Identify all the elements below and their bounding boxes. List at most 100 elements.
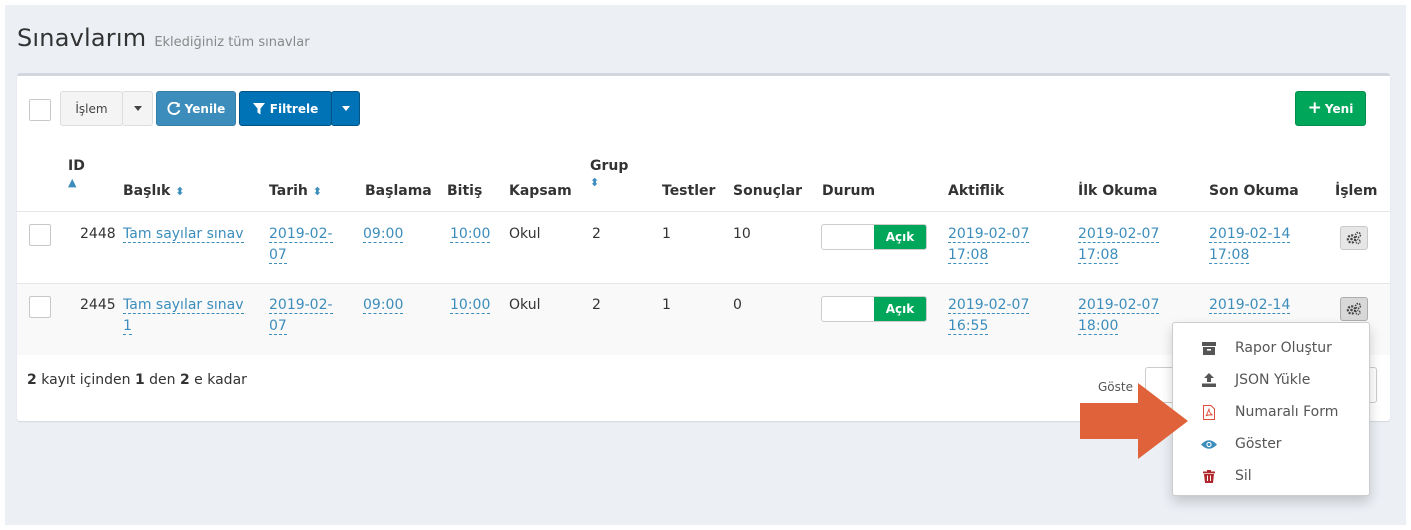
column-first-read[interactable]: İlk Okuma (1078, 183, 1157, 199)
row-id: 2448 (80, 226, 116, 242)
column-scope[interactable]: Kapsam (509, 183, 572, 199)
row-date-link[interactable]: 2019-02- (269, 297, 333, 314)
row-end[interactable]: 10:00 (450, 224, 491, 245)
row-checkbox[interactable] (29, 296, 51, 318)
pagination-info: 2 kayıt içinden 1 den 2 e kadar (27, 372, 247, 388)
row-activity-link[interactable]: 2019-02-07 (948, 297, 1030, 314)
column-activity[interactable]: Aktiflik (948, 183, 1004, 199)
column-action[interactable]: İşlem (1335, 183, 1377, 199)
row-start-link[interactable]: 09:00 (363, 297, 404, 314)
range-to: 2 (179, 372, 190, 388)
row-first-read[interactable]: 2019-02-07 17:08 (1078, 224, 1160, 266)
select-all-checkbox[interactable] (29, 99, 51, 121)
row-scope: Okul (509, 226, 541, 242)
row-date-link-cont[interactable]: 07 (269, 247, 287, 264)
row-title-link[interactable]: Tam sayılar sınav (123, 297, 244, 314)
row-start-link[interactable]: 09:00 (363, 226, 404, 243)
status-toggle[interactable]: Açık (821, 224, 927, 250)
column-date[interactable]: Tarih ⬍ (269, 183, 322, 199)
row-date-link-cont[interactable]: 07 (269, 318, 287, 335)
column-group[interactable]: Grup ⬍ (590, 158, 628, 189)
column-date-label: Tarih (269, 183, 308, 199)
row-checkbox[interactable] (29, 224, 51, 246)
column-title[interactable]: Başlık ⬍ (123, 183, 184, 199)
bulk-action-label: İşlem (75, 101, 108, 116)
row-activity[interactable]: 2019-02-07 17:08 (948, 224, 1030, 266)
row-end-link[interactable]: 10:00 (450, 226, 491, 243)
column-last-read[interactable]: Son Okuma (1209, 183, 1299, 199)
row-activity-link[interactable]: 2019-02-07 (948, 226, 1030, 243)
refresh-label: Yenile (184, 101, 226, 116)
menu-item-label: Göster (1235, 436, 1282, 452)
row-first-read-link-cont[interactable]: 18:00 (1078, 318, 1119, 335)
row-last-read-link[interactable]: 2019-02-14 (1209, 226, 1291, 243)
trash-icon (1199, 469, 1219, 483)
caret-down-icon (133, 106, 142, 111)
row-last-read[interactable]: 2019-02-14 17:08 (1209, 224, 1291, 266)
menu-item-numbered-form[interactable]: Numaralı Form (1173, 396, 1369, 428)
bulk-action-button[interactable]: İşlem (60, 91, 123, 126)
row-first-read-link[interactable]: 2019-02-07 (1078, 226, 1160, 243)
sort-icon: ▲ (68, 176, 77, 189)
menu-item-json-upload[interactable]: JSON Yükle (1173, 364, 1369, 396)
row-start[interactable]: 09:00 (363, 224, 404, 245)
row-start[interactable]: 09:00 (363, 295, 404, 316)
row-date[interactable]: 2019-02- 07 (269, 224, 333, 266)
row-first-read[interactable]: 2019-02-07 18:00 (1078, 295, 1160, 337)
status-toggle[interactable]: Açık (821, 296, 927, 322)
row-date-link[interactable]: 2019-02- (269, 226, 333, 243)
row-group: 2 (592, 297, 601, 313)
menu-item-delete[interactable]: Sil (1173, 460, 1369, 492)
row-date[interactable]: 2019-02- 07 (269, 295, 333, 337)
page-header: Sınavlarım Eklediğiniz tüm sınavlar (17, 24, 310, 52)
row-activity-link-cont[interactable]: 16:55 (948, 318, 989, 335)
row-id: 2445 (80, 297, 116, 313)
menu-item-label: Rapor Oluştur (1235, 340, 1332, 356)
row-actions-button[interactable] (1340, 226, 1368, 250)
row-activity[interactable]: 2019-02-07 16:55 (948, 295, 1030, 337)
row-activity-link-cont[interactable]: 17:08 (948, 247, 989, 264)
menu-item-create-report[interactable]: Rapor Oluştur (1173, 332, 1369, 364)
menu-item-show[interactable]: Göster (1173, 428, 1369, 460)
sort-icon: ⬍ (590, 176, 600, 189)
bulk-action-dropdown-toggle[interactable] (122, 91, 153, 126)
status-toggle-label: Açık (874, 225, 926, 249)
row-actions-button[interactable] (1340, 297, 1368, 321)
sort-icon: ⬍ (175, 185, 185, 198)
row-actions-menu: Rapor Oluştur JSON Yükle Numaralı Form G… (1172, 322, 1370, 496)
column-start[interactable]: Başlama (365, 183, 432, 199)
column-results[interactable]: Sonuçlar (733, 183, 802, 199)
row-title[interactable]: Tam sayılar sınav 1 (123, 295, 244, 337)
plus-icon: + (1307, 98, 1322, 118)
toolbar: İşlem Yenile Filtrele + Yeni (17, 76, 1390, 136)
row-first-read-link-cont[interactable]: 17:08 (1078, 247, 1119, 264)
row-title[interactable]: Tam sayılar sınav (123, 224, 244, 245)
archive-icon (1199, 341, 1219, 355)
row-last-read-link-cont[interactable]: 17:08 (1209, 247, 1250, 264)
column-status[interactable]: Durum (822, 183, 875, 199)
row-title-link[interactable]: Tam sayılar sınav (123, 226, 244, 243)
new-exam-button[interactable]: + Yeni (1295, 91, 1366, 126)
page-title: Sınavlarım (17, 24, 147, 52)
column-end[interactable]: Bitiş (447, 183, 482, 199)
menu-item-label: Numaralı Form (1235, 404, 1339, 420)
caret-down-icon (341, 106, 350, 111)
column-tests[interactable]: Testler (662, 183, 715, 199)
row-group: 2 (592, 226, 601, 242)
row-title-link-cont[interactable]: 1 (123, 318, 132, 335)
pdf-file-icon (1199, 404, 1219, 420)
column-group-label: Grup (590, 158, 629, 174)
gears-icon (1346, 231, 1362, 245)
row-last-read[interactable]: 2019-02-14 (1209, 295, 1291, 316)
column-id[interactable]: ID ▲ (68, 158, 85, 189)
filter-dropdown-toggle[interactable] (331, 91, 360, 126)
row-end-link[interactable]: 10:00 (450, 297, 491, 314)
row-end[interactable]: 10:00 (450, 295, 491, 316)
range-from: 1 (134, 372, 145, 388)
row-last-read-link[interactable]: 2019-02-14 (1209, 297, 1291, 314)
filter-button[interactable]: Filtrele (239, 91, 332, 126)
info-text: e kadar (194, 372, 247, 388)
filter-label: Filtrele (269, 101, 319, 116)
row-first-read-link[interactable]: 2019-02-07 (1078, 297, 1160, 314)
refresh-button[interactable]: Yenile (156, 91, 236, 126)
